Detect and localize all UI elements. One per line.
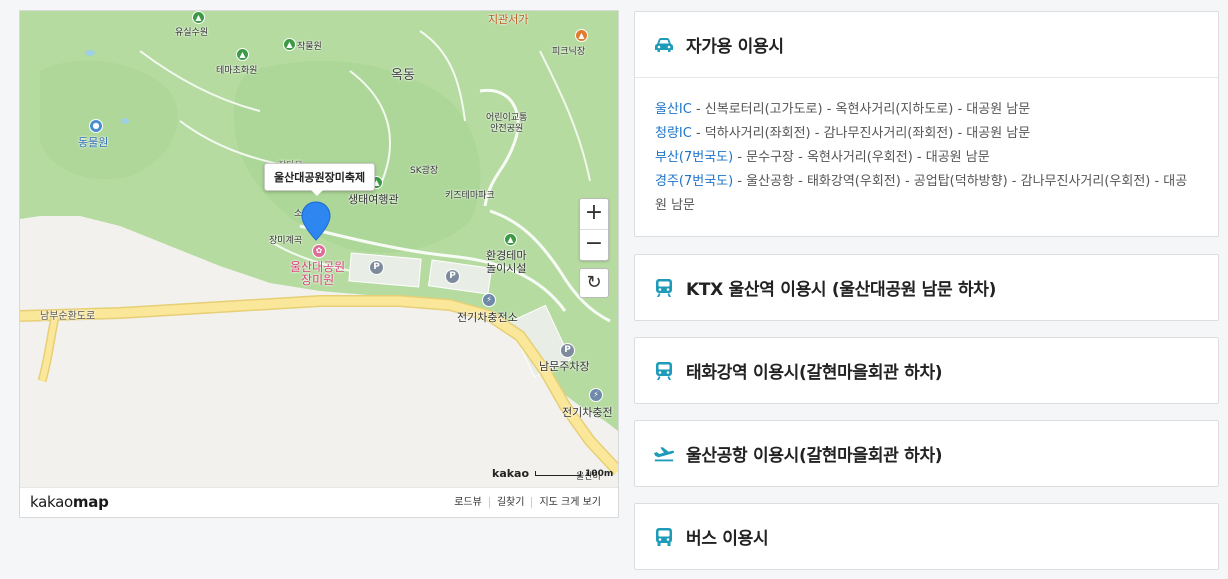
zoom-in-button[interactable]: + bbox=[580, 199, 608, 229]
panel-car-title: 자가용 이용시 bbox=[686, 37, 784, 57]
tree-icon: ▲ bbox=[236, 48, 249, 61]
route-path: - 울산공항 - 태화강역(우회전) - 공업탑(덕하방향) - 감나무진사거리… bbox=[655, 174, 1188, 213]
tree-icon: ▲ bbox=[192, 11, 205, 24]
map-label-zoo[interactable]: 동물원 bbox=[78, 134, 108, 150]
route-path: - 덕하사거리(좌회전) - 감나무진사거리(좌회전) - 대공원 남문 bbox=[691, 126, 1031, 141]
panel-bus-title: 버스 이용시 bbox=[686, 529, 769, 549]
ev-charger-icon: ⚡ bbox=[482, 293, 496, 307]
large-map-link[interactable]: 지도 크게 보기 bbox=[531, 497, 608, 508]
route-path: - 신복로터리(고가도로) - 옥현사거리(지하도로) - 대공원 남문 bbox=[691, 102, 1031, 117]
bus-icon bbox=[653, 526, 675, 548]
panel-car-header[interactable]: 자가용 이용시 bbox=[635, 12, 1218, 77]
map-label-rose-garden[interactable]: 울산대공원 장미원 bbox=[290, 261, 345, 287]
map-label-kidstheme[interactable]: 키즈테마파크 bbox=[445, 188, 495, 201]
kakaomap-logo[interactable]: kakaomap bbox=[30, 493, 109, 511]
panel-car: 자가용 이용시 울산IC - 신복로터리(고가도로) - 옥현사거리(지하도로)… bbox=[634, 11, 1219, 237]
map-label-ev-2[interactable]: 전기차충전 bbox=[562, 404, 613, 420]
refresh-icon[interactable]: ↻ bbox=[579, 268, 609, 298]
panel-bus: 버스 이용시 bbox=[634, 503, 1219, 570]
map-canvas[interactable]: ▲ 유실수원 ▲ 작물원 ▲ 테마초화원 옥동 지관서가 ▲ 피크닉장 ● 동물… bbox=[20, 11, 618, 487]
logo-text-light: kakao bbox=[30, 493, 73, 511]
panel-taehwagang-header[interactable]: 태화강역 이용시(갈현마을회관 하차) bbox=[635, 338, 1218, 403]
scale-text: 100m bbox=[585, 468, 614, 479]
logo-text-bold: map bbox=[72, 493, 109, 511]
map-footer-links: 로드뷰 길찾기 지도 크게 보기 bbox=[447, 497, 608, 508]
map-scale: kakao 100m bbox=[492, 467, 613, 480]
map-label-rose-valley[interactable]: 장미계곡 bbox=[269, 233, 302, 246]
route-line: 울산IC - 신복로터리(고가도로) - 옥현사거리(지하도로) - 대공원 남… bbox=[655, 98, 1198, 122]
panel-bus-header[interactable]: 버스 이용시 bbox=[635, 504, 1218, 569]
panel-airport: 울산공항 이용시(갈현마을회관 하차) bbox=[634, 420, 1219, 487]
map-widget[interactable]: ▲ 유실수원 ▲ 작물원 ▲ 테마초화원 옥동 지관서가 ▲ 피크닉장 ● 동물… bbox=[19, 10, 619, 518]
parking-icon: P bbox=[445, 269, 460, 284]
tree-icon: ▲ bbox=[504, 233, 517, 246]
picnic-icon: ▲ bbox=[575, 29, 588, 42]
map-label-jakmul[interactable]: 작물원 bbox=[297, 39, 322, 52]
parking-icon: P bbox=[560, 343, 575, 358]
panel-taehwagang-title: 태화강역 이용시(갈현마을회관 하차) bbox=[686, 363, 943, 383]
map-label-ev-1[interactable]: 전기차충전소 bbox=[457, 309, 518, 325]
panel-car-body: 울산IC - 신복로터리(고가도로) - 옥현사거리(지하도로) - 대공원 남… bbox=[635, 77, 1218, 236]
map-label-okdong: 옥동 bbox=[391, 68, 415, 83]
map-footer: kakaomap 로드뷰 길찾기 지도 크게 보기 bbox=[20, 487, 618, 517]
scale-bar bbox=[535, 471, 582, 476]
parking-icon: P bbox=[369, 260, 384, 275]
map-label-ring-road: 남부순환도로 bbox=[40, 311, 96, 322]
map-label-south-parking[interactable]: 남문주차장 bbox=[539, 358, 590, 374]
route-line: 청량IC - 덕하사거리(좌회전) - 감나무진사거리(좌회전) - 대공원 남… bbox=[655, 122, 1198, 146]
car-icon bbox=[653, 34, 675, 56]
route-name: 청량IC bbox=[655, 126, 692, 141]
map-label-thema[interactable]: 테마초화원 bbox=[216, 63, 257, 76]
map-label-child-safety[interactable]: 어린이교통 안전공원 bbox=[486, 113, 527, 135]
panel-airport-title: 울산공항 이용시(갈현마을회관 하차) bbox=[686, 446, 943, 466]
tree-icon: ▲ bbox=[283, 38, 296, 51]
train-icon bbox=[653, 277, 675, 299]
panel-taehwagang: 태화강역 이용시(갈현마을회관 하차) bbox=[634, 337, 1219, 404]
panel-airport-header[interactable]: 울산공항 이용시(갈현마을회관 하차) bbox=[635, 421, 1218, 486]
map-label-eco[interactable]: 생태여행관 bbox=[348, 191, 399, 207]
route-name: 경주(7번국도) bbox=[655, 174, 734, 189]
rose-icon: ✿ bbox=[312, 244, 326, 258]
map-label-sk[interactable]: SK광장 bbox=[410, 163, 438, 176]
roadview-link[interactable]: 로드뷰 bbox=[447, 497, 489, 508]
directions-link[interactable]: 길찾기 bbox=[488, 497, 532, 508]
panel-ktx: KTX 울산역 이용시 (울산대공원 남문 하차) bbox=[634, 254, 1219, 321]
map-label-env-play[interactable]: 환경테마 놀이시설 bbox=[486, 249, 526, 275]
zoo-icon: ● bbox=[89, 119, 103, 133]
train-icon bbox=[653, 360, 675, 382]
map-label-yusil[interactable]: 유실수원 bbox=[175, 25, 208, 38]
scale-brand: kakao bbox=[492, 467, 530, 480]
route-path: - 문수구장 - 옥현사거리(우회전) - 대공원 남문 bbox=[733, 150, 990, 165]
airplane-icon bbox=[653, 443, 675, 465]
ev-charger-icon: ⚡ bbox=[589, 388, 603, 402]
panel-ktx-header[interactable]: KTX 울산역 이용시 (울산대공원 남문 하차) bbox=[635, 255, 1218, 320]
route-name: 부산(7번국도) bbox=[655, 150, 734, 165]
location-marker-icon[interactable] bbox=[301, 201, 331, 241]
route-line: 부산(7번국도) - 문수구장 - 옥현사거리(우회전) - 대공원 남문 bbox=[655, 146, 1198, 170]
marker-info-window[interactable]: 울산대공원장미축제 bbox=[264, 163, 376, 196]
map-label-picnic[interactable]: 피크닉장 bbox=[552, 44, 585, 57]
zoom-out-button[interactable]: − bbox=[580, 229, 608, 260]
panel-ktx-title: KTX 울산역 이용시 (울산대공원 남문 하차) bbox=[686, 280, 997, 300]
route-line: 경주(7번국도) - 울산공항 - 태화강역(우회전) - 공업탑(덕하방향) … bbox=[655, 170, 1198, 218]
zoom-control: + − bbox=[579, 198, 609, 261]
map-label-jigwan[interactable]: 지관서가 bbox=[488, 11, 528, 27]
route-name: 울산IC bbox=[655, 102, 692, 117]
